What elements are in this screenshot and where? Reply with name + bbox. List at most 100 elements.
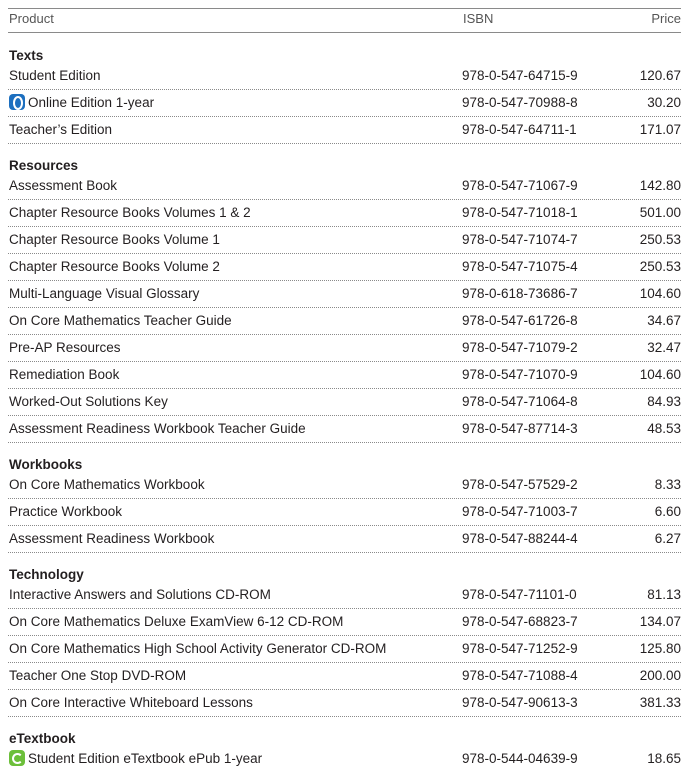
product-name-cell: Worked-Out Solutions Key (9, 389, 168, 415)
product-name: Chapter Resource Books Volume 2 (9, 259, 220, 274)
product-table: Texts Student Edition 978-0-547-64715-9 120… (8, 34, 681, 772)
isbn-cell: 978-0-547-71079-2 (462, 340, 578, 355)
product-name-cell: Assessment Readiness Workbook (9, 526, 214, 552)
table-row: Assessment Readiness Workbook 978-0-547-8… (8, 526, 681, 553)
column-header-price: Price (651, 11, 681, 26)
isbn-cell: 978-0-547-71074-7 (462, 232, 578, 247)
price-cell: 30.20 (647, 95, 681, 110)
price-cell: 48.53 (647, 421, 681, 436)
section-etextbook: eTextbook Student Edition eTextbook ePub … (8, 717, 681, 772)
price-cell: 84.93 (647, 394, 681, 409)
product-name: Worked-Out Solutions Key (9, 394, 168, 409)
isbn-cell: 978-0-547-64715-9 (462, 68, 578, 83)
product-name: Interactive Answers and Solutions CD-ROM (9, 587, 271, 602)
price-cell: 250.53 (639, 232, 681, 247)
isbn-cell: 978-0-547-70988-8 (462, 95, 578, 110)
price-cell: 32.47 (647, 340, 681, 355)
product-name-cell: Assessment Readiness Workbook Teacher Gu… (9, 416, 306, 442)
price-cell: 8.33 (654, 477, 681, 492)
isbn-cell: 978-0-547-57529-2 (462, 477, 578, 492)
price-cell: 6.60 (654, 504, 681, 519)
table-row: On Core Mathematics Deluxe ExamView 6-12… (8, 609, 681, 636)
isbn-cell: 978-0-547-88244-4 (462, 531, 578, 546)
section-texts: Texts Student Edition 978-0-547-64715-9 120… (8, 34, 681, 144)
price-cell: 81.13 (647, 587, 681, 602)
product-name-cell: Interactive Answers and Solutions CD-ROM (9, 582, 271, 608)
etextbook-icon (9, 750, 25, 767)
price-cell: 120.67 (639, 68, 681, 83)
section-title: Technology (9, 567, 84, 582)
table-row: Chapter Resource Books Volume 1 978-0-547… (8, 227, 681, 254)
table-row: On Core Interactive Whiteboard Lessons 97… (8, 690, 681, 717)
product-name: Remediation Book (9, 367, 120, 382)
table-row: Remediation Book 978-0-547-71070-9 104.60 (8, 362, 681, 389)
section-title: Texts (9, 48, 44, 63)
isbn-cell: 978-0-547-71252-9 (462, 641, 578, 656)
product-name-cell: Remediation Book (9, 362, 119, 388)
table-row: Chapter Resource Books Volumes 1 & 2 978-… (8, 200, 681, 227)
top-rule (8, 8, 681, 9)
table-row: Chapter Resource Books Volume 2 978-0-547… (8, 254, 681, 281)
price-cell: 381.33 (639, 695, 681, 710)
product-name: Chapter Resource Books Volume 1 (9, 232, 220, 247)
product-name: On Core Mathematics Workbook (9, 477, 205, 492)
price-cell: 6.27 (654, 531, 681, 546)
isbn-cell: 978-0-547-71075-4 (462, 259, 578, 274)
price-cell: 200.00 (639, 668, 681, 683)
price-cell: 501.00 (639, 205, 681, 220)
product-name-cell: Pre-AP Resources (9, 335, 121, 361)
product-name-cell: Chapter Resource Books Volumes 1 & 2 (9, 200, 251, 226)
price-cell: 134.07 (639, 614, 681, 629)
table-row: Worked-Out Solutions Key 978-0-547-71064-… (8, 389, 681, 416)
table-row: Multi-Language Visual Glossary 978-0-618-… (8, 281, 681, 308)
price-list-page: Product ISBN Price Texts Student Edition 9… (0, 0, 681, 767)
price-cell: 104.60 (639, 367, 681, 382)
price-cell: 34.67 (647, 313, 681, 328)
product-name-cell: On Core Mathematics High School Activity… (9, 636, 386, 662)
table-row: Student Edition eTextbook ePub 1-year 978… (8, 746, 681, 772)
online-edition-icon (9, 94, 25, 111)
product-name: Online Edition 1-year (28, 95, 155, 110)
product-name-cell: On Core Mathematics Deluxe ExamView 6-12… (9, 609, 343, 635)
column-header-product: Product (9, 11, 54, 26)
product-name-cell: Multi-Language Visual Glossary (9, 281, 199, 307)
column-header-isbn: ISBN (463, 11, 494, 26)
product-name-cell: Online Edition 1-year (9, 90, 154, 116)
table-row: Online Edition 1-year 978-0-547-70988-8 30… (8, 90, 681, 117)
section-title: Resources (9, 158, 79, 173)
table-row: Assessment Book 978-0-547-71067-9 142.80 (8, 173, 681, 200)
product-name-cell: Chapter Resource Books Volume 1 (9, 227, 220, 253)
section-workbooks: Workbooks On Core Mathematics Workbook 978… (8, 443, 681, 553)
isbn-cell: 978-0-547-71064-8 (462, 394, 578, 409)
section-title: Workbooks (9, 457, 83, 472)
product-name-cell: On Core Mathematics Teacher Guide (9, 308, 232, 334)
isbn-cell: 978-0-547-71088-4 (462, 668, 578, 683)
product-name: Assessment Book (9, 178, 118, 193)
isbn-cell: 978-0-547-71067-9 (462, 178, 578, 193)
table-row: Pre-AP Resources 978-0-547-71079-2 32.47 (8, 335, 681, 362)
isbn-cell: 978-0-547-87714-3 (462, 421, 578, 436)
product-name-cell: Practice Workbook (9, 499, 122, 525)
product-name: On Core Mathematics High School Activity… (9, 641, 387, 656)
isbn-cell: 978-0-547-71101-0 (462, 587, 577, 602)
product-name: Assessment Readiness Workbook (9, 531, 215, 546)
header-rule (8, 32, 681, 33)
section-resources: Resources Assessment Book 978-0-547-71067-… (8, 144, 681, 443)
price-cell: 250.53 (639, 259, 681, 274)
table-row: Interactive Answers and Solutions CD-ROM… (8, 582, 681, 609)
table-row: On Core Mathematics Workbook 978-0-547-57… (8, 472, 681, 499)
product-name-cell: Student Edition (9, 63, 101, 89)
price-cell: 142.80 (639, 178, 681, 193)
section-title: eTextbook (9, 731, 76, 746)
table-row: Teacher One Stop DVD-ROM 978-0-547-71088-… (8, 663, 681, 690)
isbn-cell: 978-0-547-71018-1 (462, 205, 578, 220)
product-name: Practice Workbook (9, 504, 123, 519)
product-name: Student Edition eTextbook ePub 1-year (28, 751, 263, 766)
isbn-cell: 978-0-547-71070-9 (462, 367, 578, 382)
isbn-cell: 978-0-547-61726-8 (462, 313, 578, 328)
table-row: Teacher’s Edition 978-0-547-64711-1 171.07 (8, 117, 681, 144)
product-name: On Core Mathematics Deluxe ExamView 6-12… (9, 614, 344, 629)
product-name: On Core Interactive Whiteboard Lessons (9, 695, 253, 710)
product-name-cell: Student Edition eTextbook ePub 1-year (9, 746, 262, 772)
isbn-cell: 978-0-618-73686-7 (462, 286, 578, 301)
